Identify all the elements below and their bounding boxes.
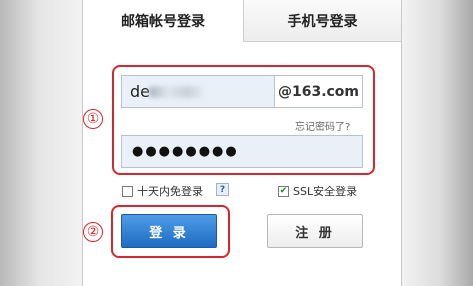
annotation-marker-one: ① bbox=[83, 109, 103, 129]
remember-checkbox[interactable] bbox=[122, 185, 133, 197]
ssl-checkbox[interactable]: ✔ bbox=[278, 185, 289, 197]
domain-suffix: @163.com bbox=[274, 76, 362, 107]
remember-label: 十天内免登录 bbox=[137, 185, 203, 198]
password-input[interactable] bbox=[122, 136, 362, 167]
password-field bbox=[121, 135, 363, 168]
login-tabs: 邮箱帐号登录 手机号登录 bbox=[83, 0, 401, 42]
ssl-option[interactable]: ✔ SSL安全登录 bbox=[278, 183, 357, 199]
redacted-username-blur bbox=[149, 86, 207, 98]
username-field: @163.com bbox=[121, 75, 363, 108]
remember-option[interactable]: 十天内免登录 bbox=[122, 183, 203, 199]
tab-phone-login[interactable]: 手机号登录 bbox=[243, 0, 401, 42]
ssl-label: SSL安全登录 bbox=[293, 185, 358, 198]
tab-mail-login[interactable]: 邮箱帐号登录 bbox=[83, 0, 243, 42]
forgot-password-link[interactable]: 忘记密码了? bbox=[295, 118, 350, 133]
register-button[interactable]: 注 册 bbox=[267, 214, 363, 248]
help-icon[interactable]: ? bbox=[216, 183, 229, 196]
login-button[interactable]: 登 录 bbox=[121, 214, 217, 248]
annotation-marker-two: ② bbox=[83, 222, 103, 242]
